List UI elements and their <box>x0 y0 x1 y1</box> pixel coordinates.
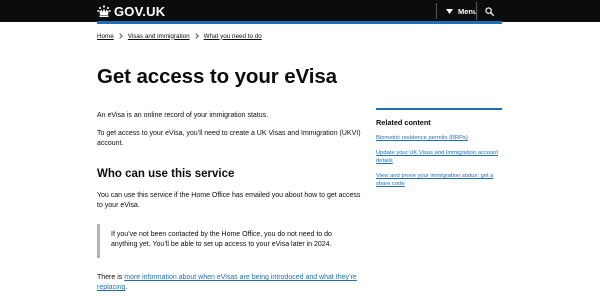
menu-button[interactable]: Menu <box>436 3 478 19</box>
related-content-list: Biometric residence permits (BRPs) Updat… <box>376 134 502 188</box>
more-info-paragraph: There is more information about when eVi… <box>97 273 367 293</box>
menu-label: Menu <box>458 6 478 16</box>
section-heading: Who can use this service <box>97 168 235 180</box>
inset-text-block: If you’ve not been contacted by the Home… <box>97 224 359 258</box>
list-item: Biometric residence permits (BRPs) <box>376 134 502 142</box>
header-accent-bar <box>97 21 502 24</box>
logo-text: GOV.UK <box>114 3 166 19</box>
related-content: Related content Biometric residence perm… <box>376 108 502 195</box>
breadcrumb-home[interactable]: Home <box>97 33 114 40</box>
related-content-title: Related content <box>376 118 431 127</box>
list-item: Update your UK Visas and Immigration acc… <box>376 149 502 165</box>
more-info-link[interactable]: more information about when eVisas are b… <box>97 274 357 291</box>
inset-text: If you’ve not been contacted by the Home… <box>111 231 332 248</box>
related-link-share-code[interactable]: View and prove your immigration status: … <box>376 173 494 187</box>
list-item: View and prove your immigration status: … <box>376 172 502 188</box>
govuk-logo-link[interactable]: GOV.UK <box>97 3 165 19</box>
more-info-prefix: There is <box>97 274 125 281</box>
section-text: You can use this service if the Home Off… <box>97 192 361 209</box>
breadcrumb-separator-icon <box>192 33 199 39</box>
chevron-down-icon <box>446 8 453 14</box>
instruction-text: To get access to your eVisa, you’ll need… <box>97 130 361 147</box>
breadcrumb-separator-icon <box>116 33 123 39</box>
related-link-brp[interactable]: Biometric residence permits (BRPs) <box>376 135 468 141</box>
more-info-suffix: . <box>125 284 128 291</box>
site-header: GOV.UK Menu <box>0 0 600 22</box>
search-icon <box>485 6 494 16</box>
search-button[interactable] <box>476 2 502 20</box>
breadcrumb: Home Visas and immigration What you need… <box>97 31 262 41</box>
breadcrumb-visas-immigration[interactable]: Visas and immigration <box>128 33 190 40</box>
page-title: Get access to your eVisa <box>97 65 337 88</box>
intro-text: An eVisa is an online record of your imm… <box>97 112 269 119</box>
crown-icon <box>97 4 111 17</box>
related-link-update-ukvi-account[interactable]: Update your UK Visas and Immigration acc… <box>376 150 498 164</box>
breadcrumb-what-you-need-to-do[interactable]: What you need to do <box>204 33 262 40</box>
